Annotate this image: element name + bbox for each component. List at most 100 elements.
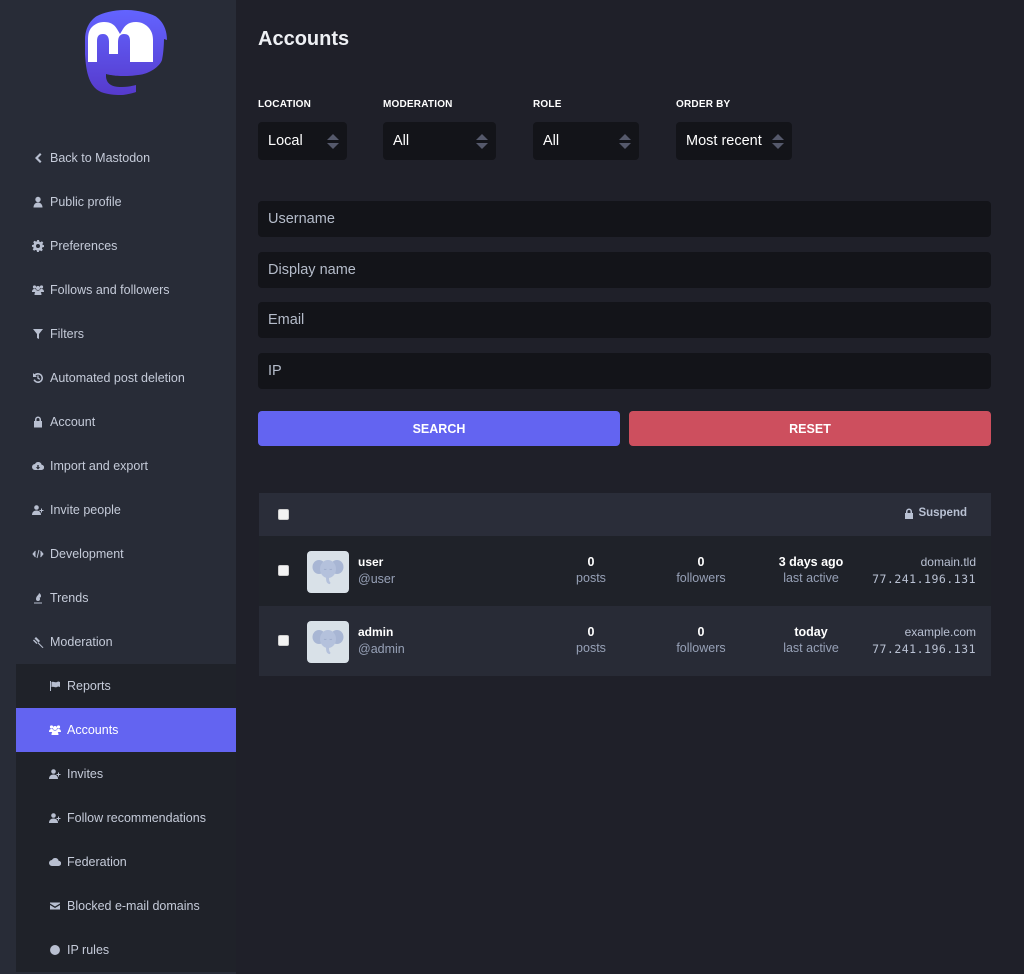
sidebar-item-preferences[interactable]: Preferences — [0, 224, 236, 268]
sidebar-item-invites[interactable]: Invites — [16, 752, 236, 796]
sidebar-item-label: Import and export — [50, 459, 148, 473]
followers-label: followers — [676, 571, 726, 585]
last-active-label: last active — [783, 571, 839, 585]
username-input[interactable] — [258, 201, 991, 237]
reset-button[interactable]: Reset — [629, 411, 991, 446]
posts-label: posts — [576, 571, 606, 585]
ip-input[interactable] — [258, 352, 991, 389]
select-value: All — [543, 133, 560, 149]
select-arrows-icon — [772, 133, 784, 149]
flag-icon — [49, 680, 61, 692]
select-value: Local — [268, 133, 303, 149]
sidebar-item-moderation[interactable]: Moderation — [0, 620, 236, 664]
sidebar-item-development[interactable]: Development — [0, 532, 236, 576]
sidebar-item-label: Reports — [67, 679, 111, 693]
account-domain: domain.tld — [920, 555, 976, 569]
followers-label: followers — [676, 641, 726, 655]
cloud-download-icon — [32, 460, 44, 472]
sidebar-item-label: Invites — [67, 767, 104, 781]
sidebar-item-blocked-email-domains[interactable]: Blocked e-mail domains — [16, 884, 236, 928]
sidebar-item-label: Preferences — [50, 239, 118, 253]
sidebar-item-label: Account — [50, 415, 96, 429]
avatar[interactable] — [307, 621, 349, 663]
order-by-select[interactable]: Most recent — [676, 122, 792, 160]
history-icon — [32, 372, 44, 384]
sidebar-item-ip-rules[interactable]: IP rules — [16, 928, 236, 972]
sidebar-item-label: Federation — [67, 855, 127, 869]
sidebar-item-label: Automated post deletion — [50, 371, 185, 385]
select-value: Most recent — [686, 133, 762, 149]
page-title: Accounts — [258, 28, 350, 50]
avatar[interactable] — [307, 551, 349, 593]
sidebar-item-follow-recommendations[interactable]: Follow recommendations — [16, 796, 236, 840]
sidebar-item-label: Invite people — [50, 503, 121, 517]
select-arrows-icon — [327, 133, 339, 149]
suspend-label: Suspend — [918, 507, 967, 519]
account-domain: example.com — [904, 625, 976, 639]
sidebar-item-reports[interactable]: Reports — [16, 664, 236, 708]
account-ip: 77.241.196.131 — [872, 642, 976, 656]
sidebar-item-import-and-export[interactable]: Import and export — [0, 444, 236, 488]
filter-role: ROLE All — [533, 99, 639, 160]
form-actions: Search Reset — [258, 411, 991, 446]
sidebar-item-label: Filters — [50, 327, 85, 341]
sidebar-item-accounts[interactable]: Accounts — [16, 708, 236, 752]
elephant-avatar-icon — [312, 630, 344, 655]
table-header: Suspend — [259, 493, 991, 536]
sidebar-item-account[interactable]: Account — [0, 400, 236, 444]
search-button[interactable]: Search — [258, 411, 620, 446]
user-plus-icon — [49, 812, 61, 824]
posts-stat: 0 posts — [536, 625, 646, 655]
display-name-input[interactable] — [258, 251, 991, 288]
account-display-name[interactable]: admin — [358, 625, 393, 639]
moderation-select[interactable]: All — [383, 122, 496, 160]
search-fields — [258, 201, 991, 403]
account-meta: domain.tld 77.241.196.131 — [872, 555, 976, 586]
suspend-button[interactable]: Suspend — [904, 507, 967, 519]
last-active-stat: today last active — [756, 625, 866, 655]
account-handle: @user — [358, 572, 396, 586]
code-icon — [32, 548, 44, 560]
last-active-value: 3 days ago — [778, 555, 844, 569]
sidebar-item-trends[interactable]: Trends — [0, 576, 236, 620]
cloud-icon — [49, 856, 61, 868]
sidebar-item-label: Development — [50, 547, 124, 561]
filter-label: ORDER BY — [676, 99, 731, 110]
followers-stat: 0 followers — [646, 555, 756, 585]
select-value: All — [393, 133, 410, 149]
sidebar-item-follows-and-followers[interactable]: Follows and followers — [0, 268, 236, 312]
location-select[interactable]: Local — [258, 122, 347, 160]
gear-icon — [32, 240, 44, 252]
sidebar-item-automated-post-deletion[interactable]: Automated post deletion — [0, 356, 236, 400]
account-meta: example.com 77.241.196.131 — [872, 625, 976, 656]
mastodon-logo-icon[interactable] — [83, 9, 169, 101]
row-checkbox[interactable] — [278, 635, 289, 646]
filter-label: LOCATION — [258, 99, 312, 110]
filter-order-by: ORDER BY Most recent — [676, 99, 792, 160]
last-active-stat: 3 days ago last active — [756, 555, 866, 585]
sidebar-item-filters[interactable]: Filters — [0, 312, 236, 356]
sidebar-item-public-profile[interactable]: Public profile — [0, 180, 236, 224]
posts-count: 0 — [587, 625, 595, 639]
table-row: admin @admin 0 posts 0 followers today l… — [259, 606, 991, 676]
followers-count: 0 — [697, 555, 705, 569]
followers-count: 0 — [697, 625, 705, 639]
sidebar-item-invite-people[interactable]: Invite people — [0, 488, 236, 532]
filter-icon — [32, 328, 44, 340]
filter-label: ROLE — [533, 99, 562, 110]
role-select[interactable]: All — [533, 122, 639, 160]
sidebar-item-label: Public profile — [50, 195, 122, 209]
ban-icon — [49, 944, 61, 956]
account-display-name[interactable]: user — [358, 555, 383, 569]
sidebar-item-label: Follows and followers — [50, 283, 170, 297]
table-row: user @user 0 posts 0 followers 3 days ag… — [259, 536, 991, 606]
sidebar-item-federation[interactable]: Federation — [16, 840, 236, 884]
filter-location: LOCATION Local — [258, 99, 347, 160]
email-input[interactable] — [258, 302, 991, 338]
select-arrows-icon — [619, 133, 631, 149]
sidebar-item-back-to-mastodon[interactable]: Back to Mastodon — [0, 136, 236, 180]
select-all-checkbox[interactable] — [278, 509, 289, 520]
lock-icon — [32, 416, 44, 428]
row-checkbox[interactable] — [278, 565, 289, 576]
user-plus-icon — [32, 504, 44, 516]
